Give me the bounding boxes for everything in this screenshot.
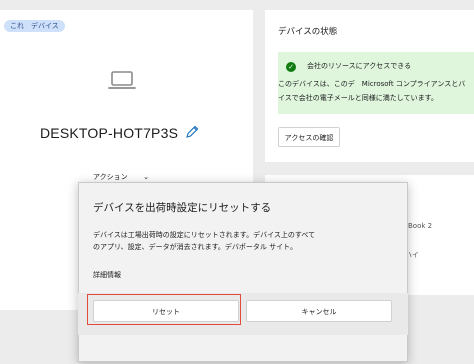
device-name: DESKTOP-HOT7P3S bbox=[40, 125, 179, 141]
checkmark-circle-icon: ✓ bbox=[286, 62, 296, 72]
device-badge: これ デバイス bbox=[4, 20, 65, 32]
details-link[interactable]: 詳細情報 bbox=[93, 270, 121, 280]
dialog-body: デバイスは工場出荷時の設定にリセットされます。デバイス上のすべてのアプリ、設定、… bbox=[93, 231, 316, 251]
action-label: アクション bbox=[93, 173, 128, 181]
status-access-text: 会社のリソースにアクセスできる bbox=[307, 62, 412, 70]
reset-button-highlight bbox=[87, 294, 241, 325]
laptop-icon bbox=[108, 71, 136, 89]
status-description: このデバイスは、このデ Microsoft コンプライアンスとバイスで会社の電子… bbox=[278, 80, 466, 102]
edit-pencil-icon[interactable] bbox=[184, 124, 200, 140]
status-title: デバイスの状態 bbox=[278, 27, 338, 37]
cancel-button[interactable]: キャンセル bbox=[246, 300, 392, 322]
dialog-title: デバイスを出荷時設定にリセットする bbox=[93, 202, 272, 214]
background-text: Book 2 bbox=[408, 222, 433, 230]
check-access-button[interactable]: アクセスの確認 bbox=[278, 127, 340, 147]
